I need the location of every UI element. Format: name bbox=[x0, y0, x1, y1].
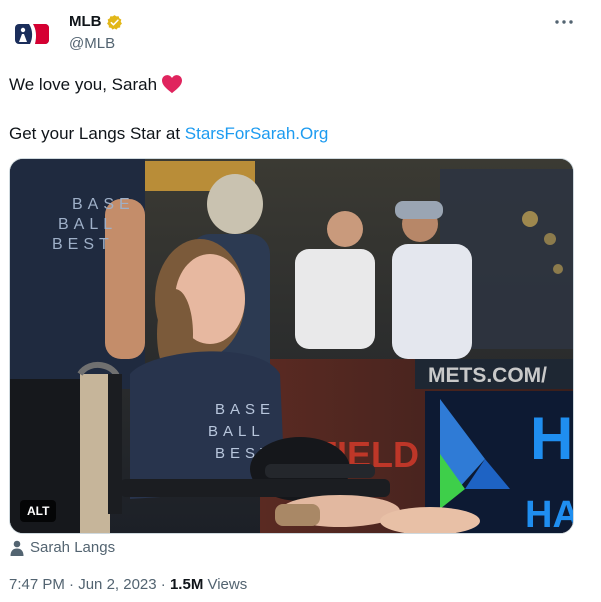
left-shirt-line-1: BASE bbox=[72, 196, 135, 213]
author-handle[interactable]: @MLB bbox=[69, 34, 115, 54]
photo-scene: METS.COM/ H HA FIELD BASE BALL BEST BASE… bbox=[10, 159, 574, 534]
tweet-text-line-1: We love you, Sarah bbox=[9, 73, 183, 97]
mets-sign-text: METS.COM/ bbox=[428, 364, 547, 387]
verified-badge-icon bbox=[106, 14, 122, 30]
person-icon bbox=[10, 540, 24, 556]
alt-text-button[interactable]: ALT bbox=[20, 500, 57, 522]
meta-separator-1: · bbox=[64, 576, 79, 593]
blue-edge-text-1: H bbox=[530, 405, 573, 472]
tweet-time[interactable]: 7:47 PM bbox=[9, 576, 65, 593]
tagged-people[interactable]: Sarah Langs bbox=[10, 538, 115, 558]
starsforsarah-link[interactable]: StarsForSarah.Org bbox=[185, 124, 329, 143]
mlb-logo-icon bbox=[15, 24, 49, 44]
tweet: MLB @MLB We love you, Sarah Get your Lan… bbox=[0, 0, 601, 602]
tweet-meta: 7:47 PM · Jun 2, 2023 · 1.5M Views bbox=[9, 575, 247, 595]
author-name[interactable]: MLB bbox=[69, 12, 102, 32]
tweet-text-love: We love you, Sarah bbox=[9, 75, 158, 94]
left-shirt-line-2: BALL bbox=[58, 216, 117, 233]
more-dots-icon bbox=[555, 20, 573, 24]
views-label[interactable]: Views bbox=[203, 576, 247, 593]
author-name-row[interactable]: MLB bbox=[69, 12, 123, 32]
tweet-text-prefix: Get your Langs Star at bbox=[9, 124, 185, 143]
avatar[interactable] bbox=[8, 10, 56, 58]
tweet-date[interactable]: Jun 2, 2023 bbox=[78, 576, 156, 593]
views-count[interactable]: 1.5M bbox=[170, 576, 203, 593]
blue-edge-text-2: HA bbox=[525, 494, 574, 534]
tweet-header: MLB @MLB bbox=[0, 0, 601, 60]
tweet-text-line-2: Get your Langs Star at StarsForSarah.Org bbox=[9, 122, 328, 146]
left-shirt-line-3: BEST bbox=[52, 236, 114, 253]
tagged-name[interactable]: Sarah Langs bbox=[30, 538, 115, 558]
red-heart-icon bbox=[162, 75, 183, 94]
tweet-photo[interactable]: METS.COM/ H HA FIELD BASE BALL BEST BASE… bbox=[9, 158, 574, 534]
meta-separator-2: · bbox=[156, 576, 170, 593]
sarah-shirt-line-2: BALL bbox=[208, 423, 265, 440]
more-options-icon[interactable] bbox=[552, 12, 576, 32]
sarah-shirt-line-1: BASE bbox=[215, 401, 275, 418]
